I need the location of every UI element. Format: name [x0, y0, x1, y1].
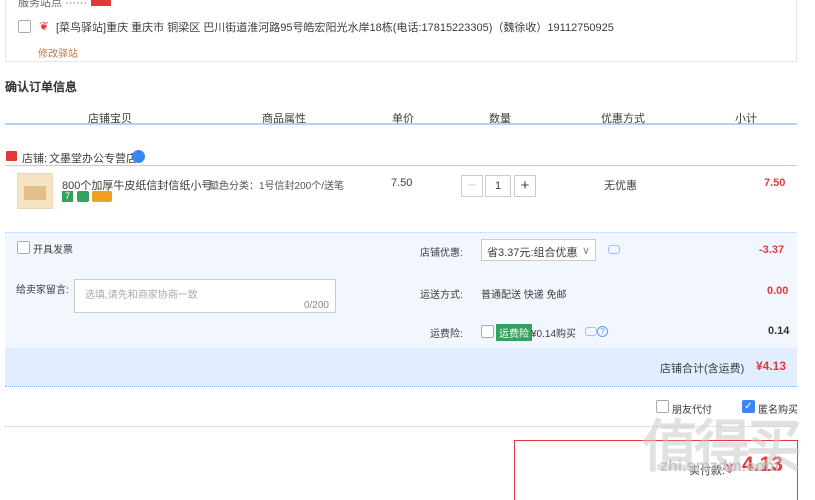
invoice-checkbox[interactable]	[17, 241, 30, 254]
quantity-decrease-button[interactable]: −	[461, 175, 483, 197]
seller-message-input[interactable]: 选填,请先和商家协商一致 0/200	[74, 279, 336, 313]
help-icon[interactable]: ?	[597, 326, 608, 337]
chevron-down-icon: ∨	[581, 245, 590, 257]
invoice-label: 开具发票	[33, 245, 73, 256]
store-discount-value: 省3.37元:组合优惠	[487, 247, 578, 259]
credit-card-icon	[92, 191, 112, 202]
location-pin-icon: ❦	[39, 19, 50, 33]
insurance-price: ¥0.14购买	[531, 329, 577, 340]
quantity-increase-button[interactable]: +	[514, 175, 536, 197]
seven-day-return-icon: 7	[62, 191, 73, 202]
address-text: [菜鸟驿站]重庆 重庆市 铜梁区 巴川街道淮河路95号皓宏阳光水岸18栋(电话:…	[56, 22, 614, 34]
chat-icon[interactable]	[132, 150, 145, 163]
quantity-input[interactable]: 1	[485, 175, 511, 197]
insurance-checkbox[interactable]	[481, 325, 494, 338]
unit-price: 7.50	[391, 177, 413, 189]
modify-station-link[interactable]: 修改驿站	[38, 45, 78, 60]
store-label: 店铺:	[22, 153, 48, 165]
message-label: 给卖家留言:	[16, 285, 69, 296]
store-total-label: 店铺合计(含运费)	[660, 363, 745, 375]
discount-method: 无优惠	[604, 180, 637, 192]
comment-icon[interactable]	[608, 245, 620, 254]
message-placeholder: 选填,请先和商家协商一致	[85, 290, 198, 301]
col-attributes: 商品属性	[262, 113, 306, 125]
watermark-site: zhi.smzdm.com	[660, 458, 780, 475]
item-subtotal: 7.50	[764, 177, 786, 189]
partial-address-line: 服务站点 ······	[18, 0, 112, 10]
product-thumbnail[interactable]	[17, 173, 53, 209]
address-checkbox[interactable]	[18, 20, 31, 33]
col-discount: 优惠方式	[601, 113, 645, 125]
store-total-value: ¥4.13	[756, 359, 787, 373]
store-name[interactable]: 文墨堂办公专营店	[49, 150, 137, 166]
guarantee-icon	[77, 191, 89, 202]
default-tag	[91, 0, 112, 7]
store-discount-select[interactable]: 省3.37元:组合优惠 ∨	[481, 239, 596, 261]
product-attributes: 颜色分类：1号信封200个/送笔	[209, 181, 345, 192]
col-subtotal: 小计	[735, 113, 757, 125]
table-header: 店铺宝贝 商品属性 单价 数量 优惠方式 小计	[5, 107, 797, 125]
insurance-amount: 0.14	[768, 325, 790, 337]
shipping-value: 普通配送 快递 免邮	[481, 290, 567, 301]
store-icon	[6, 151, 17, 161]
message-count: 0/200	[303, 300, 329, 311]
insurance-label: 运费险:	[430, 329, 463, 340]
col-quantity: 数量	[489, 113, 511, 125]
shipping-amount: 0.00	[767, 285, 789, 297]
col-store-item: 店铺宝贝	[88, 113, 132, 125]
comment-icon[interactable]	[585, 327, 597, 336]
section-title: 确认订单信息	[5, 80, 78, 94]
col-unit-price: 单价	[392, 113, 414, 125]
store-discount-label: 店铺优惠:	[420, 248, 463, 259]
shipping-label: 运送方式:	[420, 290, 463, 301]
insurance-tag: 运费险	[496, 324, 532, 341]
store-discount-amount: -3.37	[759, 244, 785, 256]
